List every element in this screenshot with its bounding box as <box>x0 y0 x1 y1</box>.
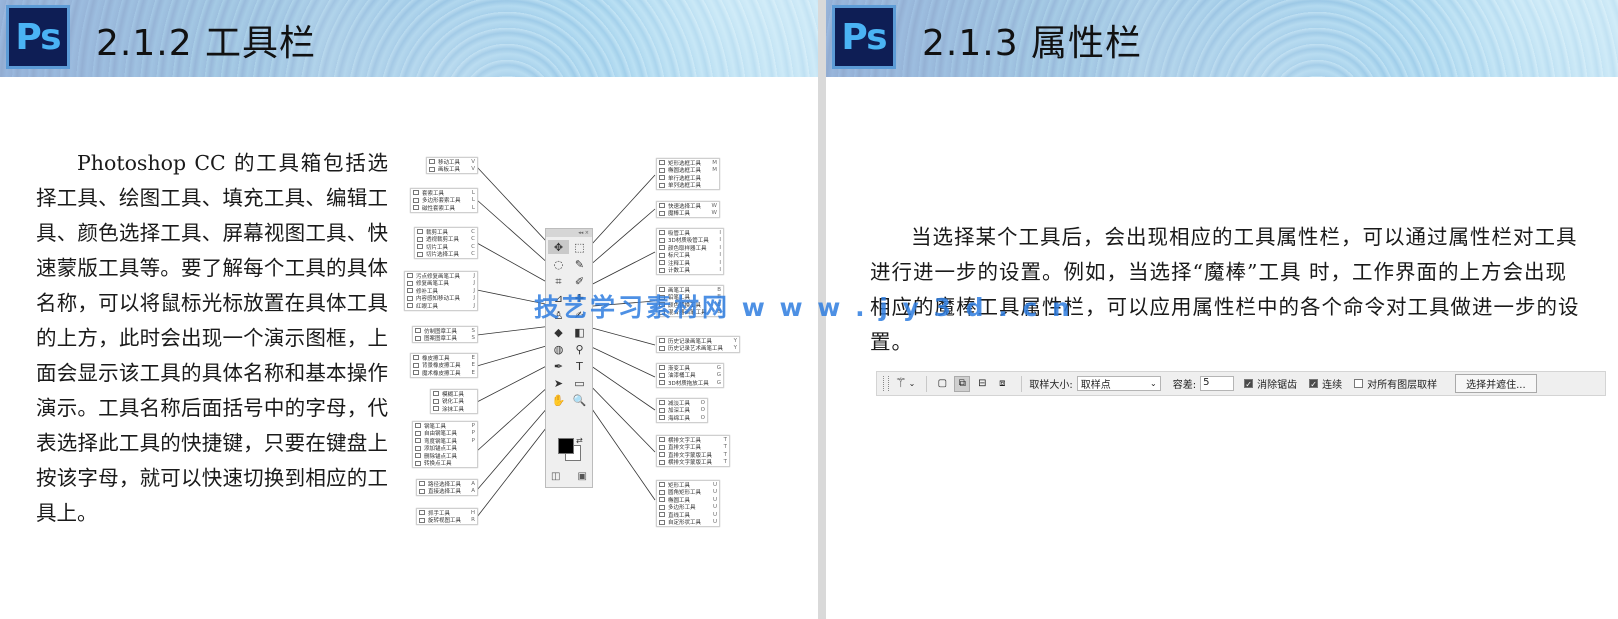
flyout-blur: 模糊工具 锐化工具 涂抹工具 <box>430 389 478 414</box>
intersect-selection-icon[interactable]: ⧈ <box>994 376 1010 392</box>
flyout-hand: 抓手工具 H 旋转视图工具 R <box>416 508 478 525</box>
section-title: 2.1.3 属性栏 <box>922 23 1143 64</box>
eraser-tool-icon[interactable]: ◆ <box>548 325 569 339</box>
swap-colors-icon[interactable]: ⇄ <box>576 436 583 445</box>
blur-tool-icon[interactable]: ◍ <box>548 342 569 356</box>
flyout-row: 魔棒工具 W <box>657 210 719 217</box>
flyout-eyedropper: 吸管工具 I 3D材质吸管工具 I 颜色取样器工具 I 标尺工具 I 注释工具 I 计数工… <box>656 228 724 275</box>
chevron-down-icon[interactable]: ⌄ <box>909 379 916 388</box>
flyout-gradient: 渐变工具 G 油漆桶工具 G 3D材质拖放工具 G <box>656 363 724 388</box>
chevron-down-icon: ⌄ <box>1150 379 1157 388</box>
flyout-lasso: 套索工具 L 多边形套索工具 L 磁性套索工具 L <box>410 188 478 213</box>
sample-size-label: 取样大小: <box>1029 380 1073 391</box>
tolerance-input[interactable]: 5 <box>1200 376 1235 391</box>
quick-mask-icon[interactable]: ◫ <box>551 471 560 482</box>
sample-size-select[interactable]: 取样点 ⌄ <box>1076 376 1161 391</box>
contiguous-checkbox[interactable]: ✓ <box>1309 379 1319 389</box>
flyout-marquee: 矩形选框工具 M 椭圆选框工具 M 单行选框工具 单列选框工具 <box>656 158 720 190</box>
magic-wand-icon[interactable]: ⚚ <box>895 376 907 391</box>
flyout-row: 3D材质拖放工具 G <box>657 379 723 387</box>
flyout-row: 磁性套索工具 L <box>411 204 477 212</box>
flyout-row: 图案图章工具 S <box>413 335 477 342</box>
flyout-shape: 矩形工具 U 圆角矩形工具 U 椭圆工具 U 多边形工具 U 直线工具 U 自定形状工具 U <box>656 480 720 527</box>
anti-alias-label: 消除锯齿 <box>1257 380 1298 391</box>
sample-all-layers-checkbox[interactable] <box>1354 379 1364 388</box>
section-title: 2.1.2 工具栏 <box>96 23 317 64</box>
dodge-tool-icon[interactable]: ⚲ <box>569 342 590 356</box>
photoshop-logo: Ps <box>832 5 896 69</box>
zoom-tool-icon[interactable]: 🔍 <box>569 393 590 407</box>
flyout-row: 单列选框工具 <box>657 182 719 189</box>
flyout-row: 切片选择工具 C <box>415 251 477 258</box>
flyout-row: 海绵工具 O <box>657 414 707 422</box>
flyout-row: 画板工具 V <box>427 166 477 173</box>
screen-mode-icon[interactable]: ▣ <box>578 471 587 482</box>
gradient-tool-icon[interactable]: ◧ <box>569 325 590 339</box>
toolbar-description: Photoshop CC 的工具箱包括选择工具、绘图工具、填充工具、编辑工具、颜… <box>36 151 388 525</box>
add-to-selection-icon[interactable]: ⧉ <box>954 375 971 392</box>
flyout-row: 计数工具 I <box>657 267 723 274</box>
contiguous-label: 连续 <box>1322 380 1343 391</box>
select-and-mask-button[interactable]: 选择并遮住... <box>1455 374 1537 393</box>
lasso-tool-icon[interactable]: ◌ <box>548 257 569 271</box>
photoshop-logo: Ps <box>6 5 70 69</box>
flyout-history-brush: 历史记录画笔工具 Y 历史记录艺术画笔工具 Y <box>656 336 740 353</box>
flyout-move: 移动工具 V 画板工具 V <box>426 157 478 174</box>
sample-size-value: 取样点 <box>1080 380 1111 391</box>
flyout-pen: 钢笔工具 P 自由钢笔工具 P 弯度钢笔工具 P 添加锚点工具 删除锚点工具 转换点工… <box>412 421 478 468</box>
flyout-row: 横排文字蒙版工具 T <box>657 459 729 466</box>
subtract-selection-icon[interactable]: ⊟ <box>974 376 990 392</box>
flyout-healing: 污点修复画笔工具 J 修复画笔工具 J 修补工具 J 内容感知移动工具 J 红眼工具 J <box>404 271 478 311</box>
new-selection-icon[interactable]: ▢ <box>934 376 950 392</box>
flyout-type: 横排文字工具 T 直排文字工具 T 直排文字蒙版工具 T 横排文字蒙版工具 T <box>656 435 730 467</box>
sample-all-layers-label: 对所有图层取样 <box>1367 380 1438 391</box>
flyout-row: 自定形状工具 U <box>657 519 719 526</box>
flyout-path-select: 路径选择工具 A 直接选择工具 A <box>416 479 478 496</box>
type-tool-icon[interactable]: T <box>569 359 590 373</box>
pen-tool-icon[interactable]: ✒ <box>548 359 569 373</box>
move-tool-icon[interactable]: ✥ <box>548 240 569 254</box>
flyout-row: 转换点工具 <box>413 460 477 467</box>
flyout-stamp: 仿制图章工具 S 图案图章工具 S <box>412 326 478 343</box>
foreground-color-swatch[interactable] <box>558 438 574 454</box>
flyout-dodge: 减淡工具 O 加深工具 O 海绵工具 O <box>656 398 708 423</box>
tolerance-label: 容差: <box>1172 380 1197 391</box>
flyout-crop: 裁剪工具 C 透视裁剪工具 C 切片工具 C 切片选择工具 C <box>414 227 478 259</box>
eyedropper-tool-icon[interactable]: ✐ <box>569 274 590 288</box>
flyout-row: 红眼工具 J <box>405 302 477 310</box>
toolbox-bottom: ◫ ▣ <box>551 471 587 482</box>
toolbox-diagram: 移动工具 V 画板工具 V 套索工具 L 多边形套索工具 L 磁性套索工具 L 裁剪工具 C… <box>404 155 750 550</box>
shape-tool-icon[interactable]: ▭ <box>569 376 590 390</box>
marquee-tool-icon[interactable]: ⬚ <box>569 240 590 254</box>
options-bar-grip[interactable] <box>883 376 889 391</box>
flyout-row: 历史记录艺术画笔工具 Y <box>657 345 739 352</box>
path-select-tool-icon[interactable]: ➤ <box>548 376 569 390</box>
flyout-row: 直接选择工具 A <box>417 488 477 495</box>
flyout-eraser: 橡皮擦工具 E 背景橡皮擦工具 E 魔术橡皮擦工具 E <box>410 353 478 378</box>
flyout-quick-select: 快速选择工具 W 魔棒工具 W <box>656 201 720 218</box>
flyout-row: 魔术橡皮擦工具 E <box>411 369 477 377</box>
anti-alias-checkbox[interactable]: ✓ <box>1244 379 1254 389</box>
site-watermark: 技艺学习素材网 w w w . j y 3 d . c n <box>534 293 1073 322</box>
quick-select-tool-icon[interactable]: ✎ <box>569 257 590 271</box>
hand-tool-icon[interactable]: ✋ <box>548 393 569 407</box>
toolbox-header: ◂◂ × <box>546 229 592 237</box>
flyout-row: 涂抹工具 <box>431 405 477 413</box>
flyout-row: 旋转视图工具 R <box>417 517 477 524</box>
photoshop-toolbox: ◂◂ × ✥ ⬚ ◌ ✎ ⌗ ✐ ⊿ ✚ ♙ ✍ ◆ ◧ ◍ ⚲ ✒ T ➤ ▭ <box>545 228 593 488</box>
magic-wand-options-bar: ⚚ ⌄ ▢ ⧉ ⊟ ⧈ 取样大小: 取样点 ⌄ 容差: 5 ✓ 消除锯齿 ✓ 连续… <box>876 371 1606 396</box>
crop-tool-icon[interactable]: ⌗ <box>548 274 569 288</box>
